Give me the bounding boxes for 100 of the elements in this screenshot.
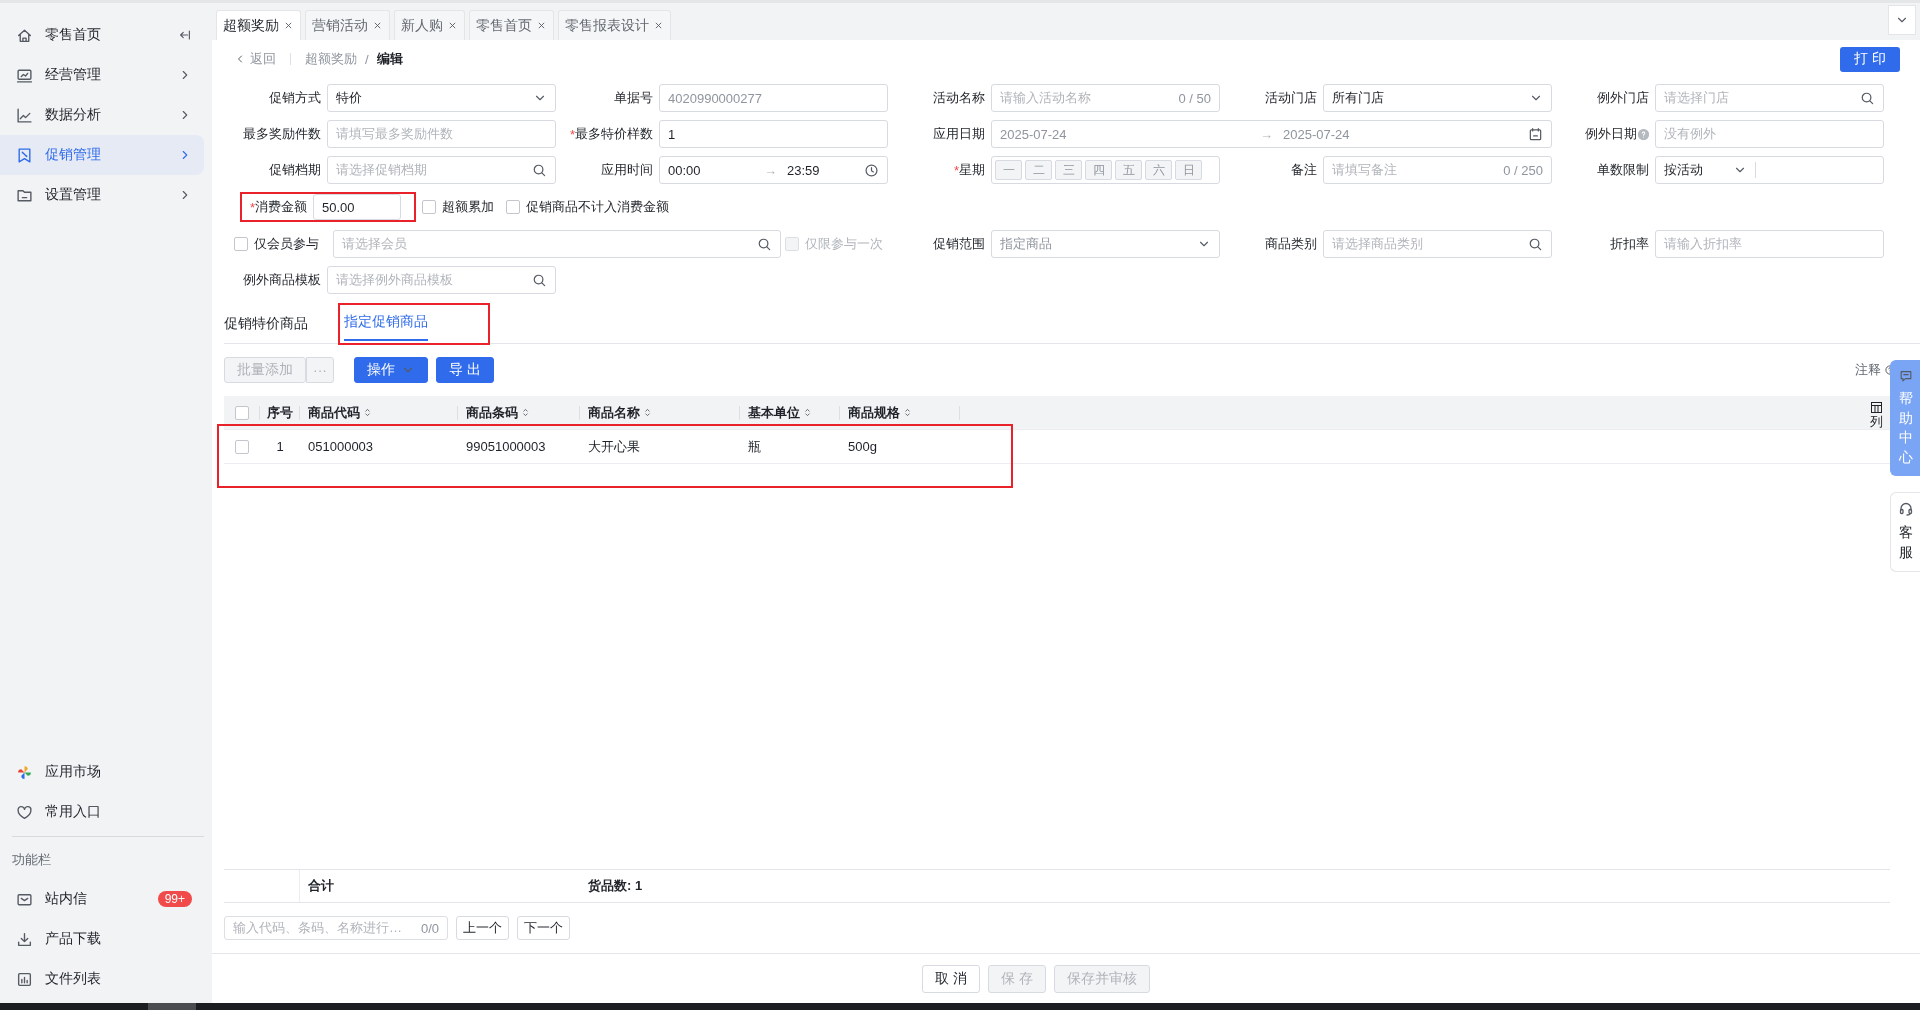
previous-button[interactable]: 上一个 <box>456 916 509 940</box>
weekday-button[interactable]: 三 <box>1055 160 1082 180</box>
checkbox[interactable] <box>422 200 436 214</box>
field-label: 单数限制 <box>1596 161 1650 179</box>
breadcrumb-separator: / <box>365 51 369 67</box>
house-icon <box>16 26 33 44</box>
sidebar-item[interactable]: 数据分析 <box>0 95 204 135</box>
item-count: 货品数: 1 <box>587 877 644 895</box>
collapse-icon <box>178 28 192 42</box>
page-tab[interactable]: 超额奖励 <box>216 10 301 40</box>
field-label: 商品类别 <box>1264 235 1318 253</box>
field-label: 促销范围 <box>932 235 986 253</box>
field-label: 应用日期 <box>932 125 986 143</box>
field-label: 折扣率 <box>1609 235 1650 253</box>
input-field[interactable]: 50.00 <box>313 194 401 220</box>
content-tab[interactable]: 促销特价商品 <box>224 315 308 343</box>
chat-icon <box>1898 369 1913 383</box>
sidebar-item[interactable]: 零售首页 <box>0 15 204 55</box>
field-label: 例外商品模板 <box>242 271 322 289</box>
field-label: 活动门店 <box>1264 89 1318 107</box>
column-header[interactable]: 商品条码 <box>458 405 580 420</box>
taskbar-item[interactable] <box>148 1003 196 1010</box>
sidebar-item[interactable]: 促销管理 <box>0 135 204 175</box>
checkbox[interactable] <box>506 200 520 214</box>
print-button[interactable]: 打 印 <box>1840 46 1900 72</box>
time-range-field[interactable]: 00:00 → 23:59 <box>659 156 888 184</box>
breadcrumb-item[interactable]: 超额奖励 <box>305 50 357 68</box>
search-field[interactable]: 输入代码、条码、名称进行… 0/0 <box>224 916 448 940</box>
sidebar-item[interactable]: 设置管理 <box>0 175 204 215</box>
table-cell-text: 1 <box>275 438 285 456</box>
column-header[interactable]: 商品代码 <box>300 405 458 420</box>
sidebar-item[interactable]: 经营管理 <box>0 55 204 95</box>
close-icon <box>372 20 383 31</box>
search-icon <box>532 272 547 288</box>
ribbon-percent-icon <box>16 146 33 164</box>
side-tab[interactable]: 客服 <box>1890 492 1920 572</box>
sidebar-item[interactable]: 应用市场 <box>0 752 204 792</box>
toolbar-button[interactable]: 导 出 <box>436 357 494 383</box>
weekday-button[interactable]: 五 <box>1115 160 1142 180</box>
search-icon <box>532 162 547 178</box>
checkbox[interactable] <box>234 237 248 251</box>
input-field[interactable]: 请填写备注 0 / 250 <box>1323 156 1552 184</box>
count-badge: 99+ <box>157 891 192 907</box>
checkbox-label: 仅会员参与 <box>254 235 319 253</box>
field-label: 活动名称 <box>932 89 986 107</box>
column-header[interactable]: 基本单位 <box>740 405 840 420</box>
field-label: 最多奖励件数 <box>242 125 322 143</box>
page-tab[interactable]: 零售首页 <box>469 10 554 40</box>
sidebar-item[interactable]: 文件列表 <box>0 959 204 999</box>
field-label: 促销档期 <box>268 161 322 179</box>
field-label: *星期 <box>952 161 986 179</box>
sidebar-item[interactable]: 产品下载 <box>0 919 204 959</box>
tab-menu-button[interactable] <box>1888 4 1916 35</box>
page-tab[interactable]: 零售报表设计 <box>558 10 671 40</box>
date-range-field[interactable]: 2025-07-24 → 2025-07-24 <box>991 120 1552 148</box>
close-icon <box>536 20 547 31</box>
next-button[interactable]: 下一个 <box>517 916 570 940</box>
column-settings-label[interactable]: 列 <box>1869 413 1883 431</box>
checkbox[interactable] <box>234 405 249 420</box>
page-tab[interactable]: 新人购 <box>394 10 465 40</box>
back-link[interactable]: 返回 <box>234 50 276 68</box>
columns-icon <box>1870 402 1882 413</box>
select-field[interactable]: 按活动 <box>1655 156 1884 184</box>
field-label: 备注 <box>1290 161 1318 179</box>
column-header[interactable]: 商品名称 <box>580 405 740 420</box>
weekday-button[interactable]: 六 <box>1145 160 1172 180</box>
table-cell-text: 大开心果 <box>587 437 641 456</box>
weekday-button[interactable]: 一 <box>995 160 1022 180</box>
weekday-button[interactable]: 日 <box>1175 160 1202 180</box>
sidebar-item[interactable]: 常用入口 <box>0 792 204 832</box>
table-cell-text: 瓶 <box>747 437 762 456</box>
table-cell-text: 99051000003 <box>465 438 547 456</box>
headset-icon <box>1897 501 1914 518</box>
content-tab[interactable]: 指定促销商品 <box>344 313 428 341</box>
input-field[interactable]: 请输入活动名称 0 / 50 <box>991 84 1220 112</box>
select-field[interactable]: 所有门店 <box>1323 84 1552 112</box>
checkbox-label: 超额累加 <box>442 198 494 216</box>
sort-icon <box>642 407 653 418</box>
checkbox[interactable] <box>235 439 249 454</box>
field-label: *消费金额 <box>248 198 308 216</box>
input-field[interactable]: 1 <box>659 120 888 148</box>
weekday-button[interactable]: 四 <box>1085 160 1112 180</box>
note-label: 注释 <box>1855 361 1881 379</box>
action-button[interactable]: 取 消 <box>922 964 980 993</box>
bar-chart-icon <box>16 970 33 988</box>
field-label: *最多特价样数 <box>568 125 654 143</box>
sidebar-item[interactable]: 站内信 99+ <box>0 879 204 919</box>
search-icon <box>1528 236 1543 252</box>
breadcrumb-item: 编辑 <box>376 50 403 68</box>
select-field[interactable]: 特价 <box>327 84 556 112</box>
close-icon <box>447 20 458 31</box>
search-icon <box>757 236 772 252</box>
toolbar-button[interactable]: 操作 <box>354 357 428 383</box>
page-tab[interactable]: 营销活动 <box>305 10 390 40</box>
calendar-icon <box>1528 126 1543 142</box>
field-label: 应用时间 <box>600 161 654 179</box>
column-header[interactable]: 序号 <box>260 405 300 420</box>
weekday-button[interactable]: 二 <box>1025 160 1052 180</box>
sort-icon <box>520 407 531 418</box>
column-header[interactable]: 商品规格 <box>840 405 960 420</box>
